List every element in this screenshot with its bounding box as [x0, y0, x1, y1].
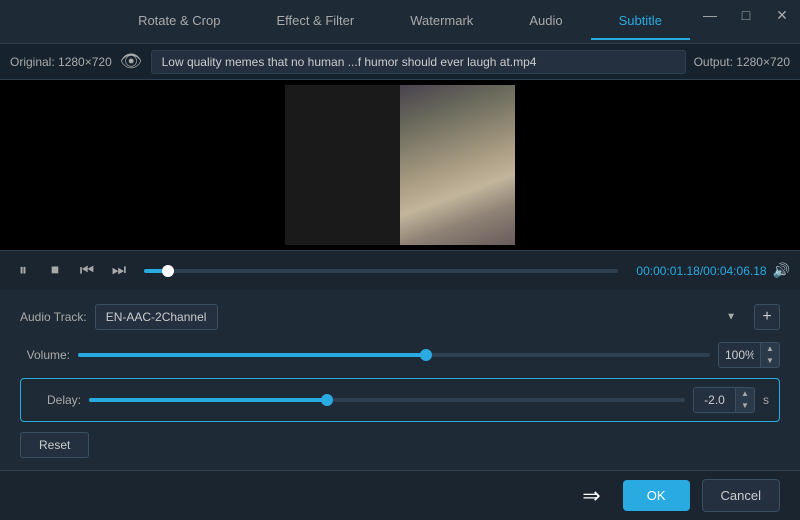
bottom-bar: ⇒ OK Cancel: [0, 470, 800, 520]
video-content: [400, 85, 515, 245]
playback-controls: ⏸ ⏹ ⏮ ⏭ 00:00:01.18/00:04:06.18 🔊: [0, 250, 800, 290]
video-preview-area: [0, 80, 800, 250]
delay-section: Delay: ▲ ▼ s: [20, 378, 780, 422]
next-button[interactable]: ⏭: [106, 258, 132, 284]
tab-watermark[interactable]: Watermark: [382, 3, 501, 40]
tab-subtitle[interactable]: Subtitle: [591, 3, 690, 40]
progress-thumb: [162, 265, 174, 277]
close-button[interactable]: ✕: [764, 0, 800, 30]
cancel-button[interactable]: Cancel: [702, 479, 780, 512]
audio-track-select-wrapper: EN-AAC-2Channel: [95, 304, 746, 330]
time-current: 00:00:01.18: [636, 264, 699, 278]
audio-track-select[interactable]: EN-AAC-2Channel: [95, 304, 218, 330]
volume-icon[interactable]: 🔊: [773, 262, 790, 279]
stop-button[interactable]: ⏹: [42, 258, 68, 284]
video-frame: [285, 85, 515, 245]
file-bar: Original: 1280×720 👁 Low quality memes t…: [0, 44, 800, 80]
delay-value-box: ▲ ▼: [693, 387, 755, 413]
tab-effect[interactable]: Effect & Filter: [248, 3, 382, 40]
ok-button[interactable]: OK: [623, 480, 690, 511]
delay-label: Delay:: [31, 393, 81, 407]
volume-value-box: ▲ ▼: [718, 342, 780, 368]
volume-row: Volume: ▲ ▼: [20, 342, 780, 368]
volume-up-button[interactable]: ▲: [761, 343, 779, 355]
right-black-panel: [515, 80, 800, 250]
delay-thumb: [321, 394, 333, 406]
tab-audio[interactable]: Audio: [501, 3, 590, 40]
delay-spinner: ▲ ▼: [735, 388, 754, 412]
video-right-panel: [400, 85, 515, 245]
prev-button[interactable]: ⏮: [74, 258, 100, 284]
delay-value-input[interactable]: [694, 390, 735, 410]
audio-settings: Audio Track: EN-AAC-2Channel + Volume: ▲…: [0, 290, 800, 468]
audio-track-label: Audio Track:: [20, 310, 87, 324]
delay-fill: [89, 398, 327, 402]
left-black-panel: [0, 80, 285, 250]
volume-slider[interactable]: [78, 353, 710, 357]
progress-track[interactable]: [144, 269, 618, 273]
volume-fill: [78, 353, 426, 357]
arrow-icon: ⇒: [582, 483, 600, 509]
original-resolution: Original: 1280×720: [10, 55, 112, 69]
eye-icon[interactable]: 👁: [120, 51, 143, 72]
volume-spinner: ▲ ▼: [760, 343, 779, 367]
volume-value-input[interactable]: [719, 345, 760, 365]
file-name: Low quality memes that no human ...f hum…: [151, 50, 686, 74]
delay-down-button[interactable]: ▼: [736, 400, 754, 412]
volume-thumb: [420, 349, 432, 361]
delay-up-button[interactable]: ▲: [736, 388, 754, 400]
window-controls: — □ ✕: [692, 0, 800, 30]
add-track-button[interactable]: +: [754, 304, 780, 330]
tab-rotate[interactable]: Rotate & Crop: [110, 3, 248, 40]
video-left-panel: [285, 85, 400, 245]
delay-slider[interactable]: [89, 398, 685, 402]
delay-unit-label: s: [763, 393, 769, 407]
minimize-button[interactable]: —: [692, 0, 728, 30]
output-resolution: Output: 1280×720: [694, 55, 790, 69]
time-total: 00:04:06.18: [703, 264, 766, 278]
volume-label: Volume:: [20, 348, 70, 362]
pause-button[interactable]: ⏸: [10, 258, 36, 284]
delay-row: Delay: ▲ ▼ s: [31, 387, 769, 413]
maximize-button[interactable]: □: [728, 0, 764, 30]
time-display: 00:00:01.18/00:04:06.18: [636, 264, 766, 278]
tab-bar: Rotate & Crop Effect & Filter Watermark …: [0, 0, 800, 44]
reset-button[interactable]: Reset: [20, 432, 89, 458]
audio-track-row: Audio Track: EN-AAC-2Channel +: [20, 304, 780, 330]
volume-down-button[interactable]: ▼: [761, 355, 779, 367]
